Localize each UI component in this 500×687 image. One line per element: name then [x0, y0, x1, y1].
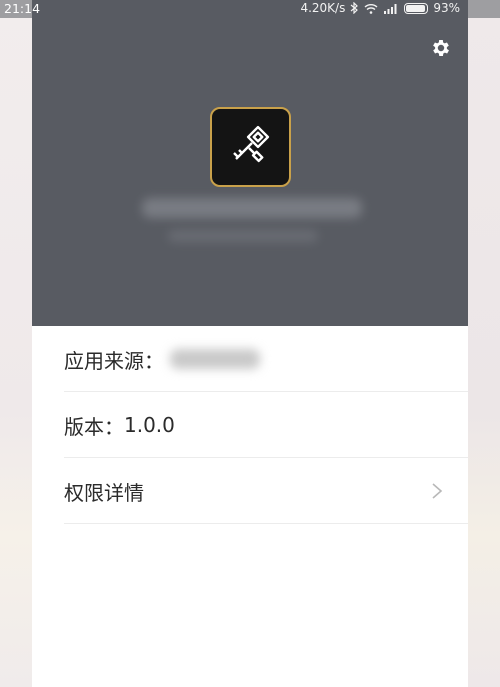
chevron-right-icon: [432, 483, 443, 499]
version-row: 版本： 1.0.0: [32, 392, 468, 458]
version-value: 1.0.0: [124, 413, 175, 437]
status-time: 21:14: [4, 1, 41, 16]
background-right: [468, 0, 500, 687]
app-info-screen: 应用来源： 版本： 1.0.0 权限详情: [32, 0, 468, 687]
status-bar-edge: [468, 0, 500, 18]
key-icon: [232, 125, 269, 163]
app-package-blurred: [168, 230, 318, 242]
wifi-icon: [364, 3, 378, 14]
network-speed: 4.20K/s: [300, 1, 346, 15]
app-source-row: 应用来源：: [32, 326, 468, 392]
battery-icon: [404, 2, 429, 14]
permissions-row[interactable]: 权限详情: [32, 458, 468, 524]
battery-percent: 93%: [433, 1, 460, 15]
source-label: 应用来源：: [64, 348, 164, 373]
signal-icon: [384, 3, 397, 14]
source-value-blurred: [170, 349, 260, 369]
status-right-group: 4.20K/s 93%: [300, 1, 460, 15]
version-label: 版本：: [64, 414, 124, 439]
divider: [64, 523, 468, 524]
permissions-label: 权限详情: [64, 480, 144, 505]
app-icon: [210, 107, 291, 187]
app-header: [32, 0, 468, 326]
background-left: [0, 0, 32, 687]
app-name-blurred: [142, 198, 362, 218]
bluetooth-icon: [350, 2, 359, 14]
gear-icon[interactable]: [430, 37, 452, 59]
status-bar: 21:14 4.20K/s 93%: [0, 0, 500, 18]
